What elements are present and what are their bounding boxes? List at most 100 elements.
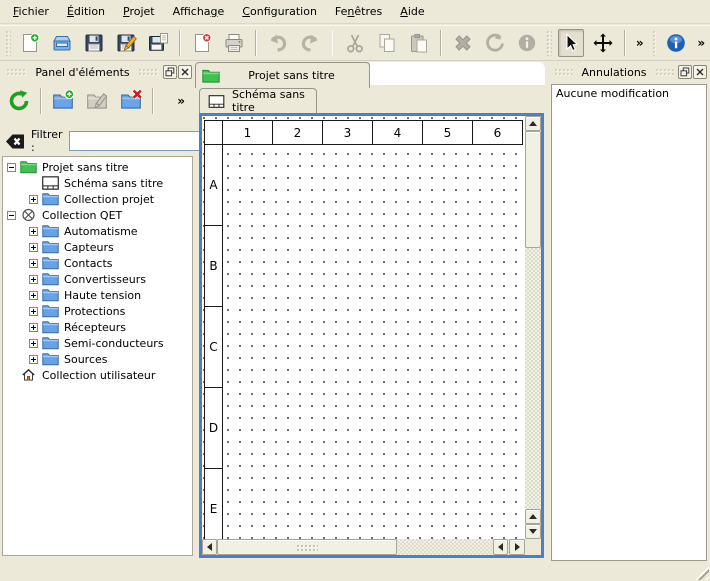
delete-category-button[interactable] [117, 87, 145, 115]
expand-expander-icon[interactable] [29, 275, 38, 284]
clear-filter-button[interactable] [5, 133, 25, 150]
tree-item-automatisme[interactable]: Automatisme [3, 223, 192, 239]
tree-item-label: Haute tension [64, 289, 141, 302]
scroll-up-button-2[interactable] [525, 509, 541, 524]
horizontal-scroll-thumb[interactable] [217, 539, 397, 555]
undo-panel-titlebar[interactable]: Annulations [548, 62, 710, 82]
row-header-B: B [204, 225, 223, 307]
tree-item-capteurs[interactable]: Capteurs [3, 239, 192, 255]
scroll-right-button[interactable] [509, 539, 525, 555]
expand-expander-icon[interactable] [29, 259, 38, 268]
menu-affichage[interactable]: Affichage [164, 2, 234, 21]
expand-expander-icon[interactable] [29, 291, 38, 300]
vertical-scroll-thumb[interactable] [525, 131, 541, 248]
toolbar-drag-handle[interactable] [5, 30, 11, 56]
expand-expander-icon[interactable] [29, 307, 38, 316]
open-document-button[interactable] [49, 29, 75, 57]
toolbar-overflow[interactable]: » [631, 36, 649, 50]
printer-icon [223, 32, 245, 54]
save-all-button[interactable] [145, 29, 171, 57]
diagram-canvas[interactable]: 123456ABCDE [202, 116, 525, 539]
scroll-up-button[interactable] [525, 116, 541, 131]
expand-expander-icon[interactable] [29, 339, 38, 348]
new-document-button[interactable] [17, 29, 43, 57]
tree-item-label: Semi-conducteurs [64, 337, 164, 350]
toolbar-drag-handle[interactable] [652, 30, 658, 56]
toolbar-overflow-2[interactable]: » [692, 36, 710, 50]
folder-blue-icon [42, 288, 59, 302]
paste-icon [408, 32, 430, 54]
tree-item-projet-sans-titre[interactable]: Projet sans titre [3, 159, 192, 175]
folder-open-icon [51, 32, 73, 54]
save-as-button[interactable] [113, 29, 139, 57]
menu-configuration[interactable]: Configuration [233, 2, 326, 21]
collapse-expander-icon[interactable] [7, 211, 16, 220]
tree-item-collection-projet[interactable]: Collection projet [3, 191, 192, 207]
tab-project[interactable]: Projet sans titre [195, 62, 370, 88]
tree-item-contacts[interactable]: Contacts [3, 255, 192, 271]
save-button[interactable] [81, 29, 107, 57]
undo-history-list[interactable]: Aucune modification [551, 84, 707, 561]
edit-category-button [83, 87, 111, 115]
menu-projet[interactable]: Projet [114, 2, 164, 21]
dock-float-button[interactable] [678, 65, 692, 79]
tab-schema[interactable]: Schéma sans titre [199, 88, 317, 113]
panel-tools-overflow[interactable]: » [177, 94, 185, 108]
column-header-5: 5 [422, 120, 473, 145]
horizontal-scrollbar[interactable] [202, 539, 525, 555]
new-category-button[interactable] [49, 87, 77, 115]
menu-fichier[interactable]: Fichier [4, 2, 58, 21]
menu-aide[interactable]: Aide [391, 2, 433, 21]
close-file-button[interactable] [189, 29, 215, 57]
scroll-left-button[interactable] [202, 539, 217, 555]
menu-edition[interactable]: Édition [58, 2, 114, 21]
print-button[interactable] [221, 29, 247, 57]
tree-item-collection-utilisateur[interactable]: Collection utilisateur [3, 367, 192, 383]
elements-panel-titlebar[interactable]: Panel d'éléments [0, 62, 195, 82]
dock-close-button[interactable] [178, 65, 192, 79]
collapse-expander-icon[interactable] [7, 163, 16, 172]
tree-item-label: Collection projet [64, 193, 154, 206]
dock-drag-grip[interactable] [6, 68, 27, 76]
down-arrow-icon [529, 529, 537, 534]
scroll-down-button[interactable] [525, 524, 541, 539]
collections-tree: Projet sans titreSchéma sans titre Collec… [2, 156, 193, 556]
scrollbar-corner [525, 539, 541, 555]
expand-expander-icon[interactable] [29, 355, 38, 364]
column-header-2: 2 [272, 120, 323, 145]
tree-item-protections[interactable]: Protections [3, 303, 192, 319]
about-qet-button[interactable] [663, 29, 689, 57]
tree-item-label: Protections [64, 305, 125, 318]
tree-item-semi-conducteurs[interactable]: Semi-conducteurs [3, 335, 192, 351]
tree-item-label: Automatisme [64, 225, 138, 238]
refresh-green-icon [7, 89, 31, 113]
tree-item-schema-sans-titre[interactable]: Schéma sans titre [3, 175, 192, 191]
tree-item-sources[interactable]: Sources [3, 351, 192, 367]
tree-item-haute-tension[interactable]: Haute tension [3, 287, 192, 303]
tree-item-collection-qet[interactable]: Collection QET [3, 207, 192, 223]
selection-mode-button[interactable] [558, 29, 584, 57]
expand-expander-icon[interactable] [29, 243, 38, 252]
reload-collections-button[interactable] [5, 87, 33, 115]
undo-history-item[interactable]: Aucune modification [552, 85, 706, 102]
elements-panel-title: Panel d'éléments [30, 66, 134, 79]
dock-drag-grip[interactable] [138, 68, 159, 76]
up-arrow-icon [529, 121, 537, 126]
dock-drag-grip[interactable] [655, 68, 674, 76]
tree-item-label: Sources [64, 353, 108, 366]
info-blue-icon [665, 32, 687, 54]
menu-fenetres[interactable]: Fenêtres [326, 2, 391, 21]
undo-icon [267, 32, 289, 54]
dock-drag-grip[interactable] [554, 68, 573, 76]
dock-float-button[interactable] [163, 65, 177, 79]
scroll-left-button-2[interactable] [493, 539, 508, 555]
toolbar-drag-handle[interactable] [546, 30, 552, 56]
dock-close-button[interactable] [693, 65, 707, 79]
tree-item-recepteurs[interactable]: Récepteurs [3, 319, 192, 335]
expand-expander-icon[interactable] [29, 195, 38, 204]
tree-item-convertisseurs[interactable]: Convertisseurs [3, 271, 192, 287]
vertical-scrollbar[interactable] [525, 116, 541, 539]
expand-expander-icon[interactable] [29, 227, 38, 236]
pan-mode-button[interactable] [590, 29, 616, 57]
expand-expander-icon[interactable] [29, 323, 38, 332]
